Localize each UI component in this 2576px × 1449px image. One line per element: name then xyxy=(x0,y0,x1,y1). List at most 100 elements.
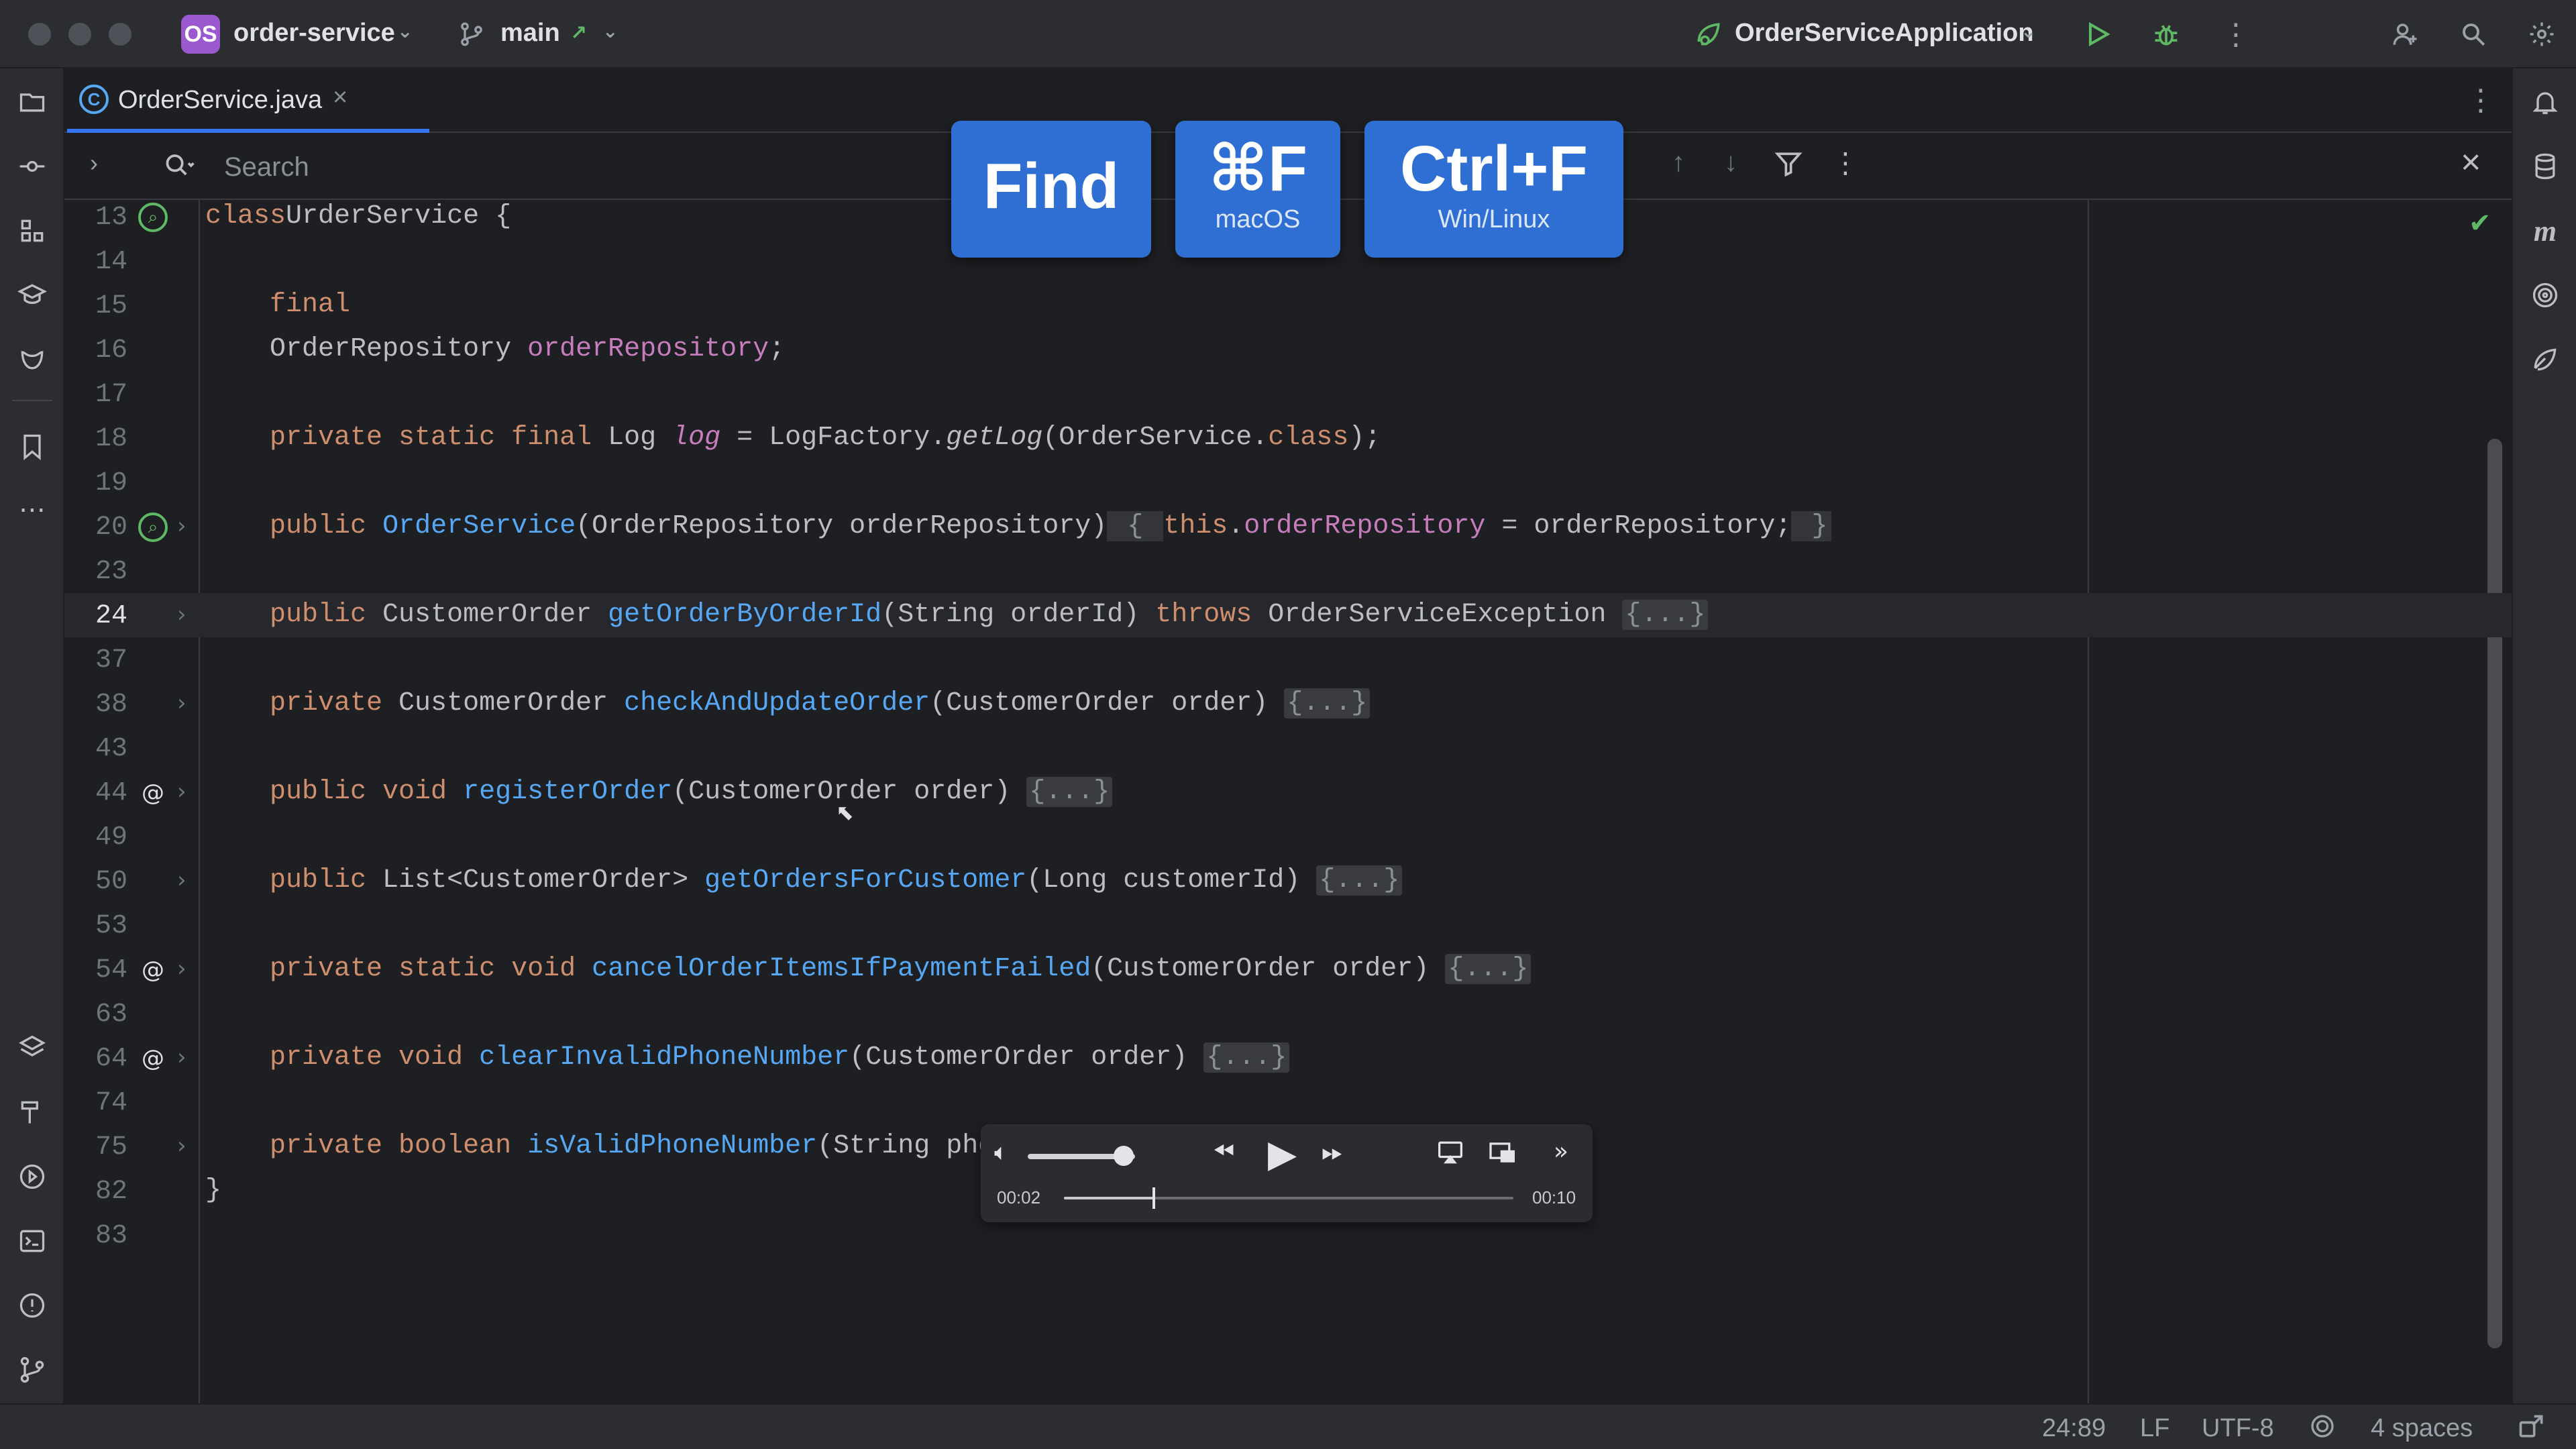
chevron-down-icon[interactable]: ⌄ xyxy=(602,20,618,42)
commit-icon[interactable] xyxy=(15,149,50,184)
close-window-button[interactable] xyxy=(28,23,51,46)
bookmarks-icon[interactable] xyxy=(15,429,50,464)
add-user-icon[interactable] xyxy=(2387,16,2423,52)
search-everywhere-icon[interactable] xyxy=(2455,16,2491,52)
code-line[interactable]: 15 final xyxy=(64,283,2512,327)
minimize-window-button[interactable] xyxy=(68,23,91,46)
code-line[interactable]: 53 xyxy=(64,903,2512,947)
chevron-down-icon[interactable]: ⌄ xyxy=(397,20,413,42)
debug-icon[interactable] xyxy=(2148,16,2184,52)
notifications-bell-icon[interactable] xyxy=(2528,85,2563,119)
run-icon[interactable] xyxy=(2080,16,2116,52)
readonly-toggle-icon[interactable] xyxy=(2517,1411,2546,1448)
rewind-icon[interactable]: ⏪︎ xyxy=(1213,1136,1234,1167)
maven-icon[interactable]: m xyxy=(2528,213,2563,248)
spring-bean-gutter-icon[interactable]: ⌕ xyxy=(138,513,168,542)
code-line[interactable]: 74 xyxy=(64,1080,2512,1124)
previous-occurrence-icon[interactable]: ↑ xyxy=(1672,148,1685,178)
database-icon[interactable] xyxy=(2528,149,2563,184)
indent-setting[interactable]: 4 spaces xyxy=(2371,1414,2473,1443)
code-line[interactable]: 50 › public List<CustomerOrder> getOrders… xyxy=(64,859,2512,903)
more-controls-icon[interactable]: » xyxy=(1554,1138,1568,1165)
search-history-icon[interactable] xyxy=(162,150,197,184)
branch-name[interactable]: main xyxy=(500,19,560,48)
settings-gear-icon[interactable] xyxy=(2524,16,2560,52)
folded-code-block[interactable]: {...} xyxy=(1284,688,1371,718)
play-icon[interactable]: ▶ xyxy=(1268,1132,1297,1176)
fast-forward-icon[interactable]: ⏩︎ xyxy=(1322,1136,1343,1167)
spring-bean-gutter-icon[interactable]: ⌕ xyxy=(138,203,168,232)
fold-toggle-icon[interactable]: › xyxy=(177,955,186,982)
run-config-name[interactable]: OrderServiceApplication xyxy=(1735,19,2034,48)
annotation-gutter-icon[interactable]: @ xyxy=(138,778,168,808)
code-line[interactable]: 43 xyxy=(64,726,2512,770)
more-actions-icon[interactable]: ⋮ xyxy=(2218,16,2254,52)
find-options-icon[interactable]: ⋮ xyxy=(1831,146,1860,179)
volume-icon[interactable]: 🔈︎ xyxy=(994,1139,1008,1166)
git-icon[interactable] xyxy=(15,1352,50,1387)
file-encoding[interactable]: UTF-8 xyxy=(2202,1414,2274,1443)
code-line[interactable]: 23 xyxy=(64,549,2512,593)
fold-toggle-icon[interactable]: › xyxy=(177,1044,186,1071)
code-line[interactable]: 44 @ › public void registerOrder(CustomerO… xyxy=(64,770,2512,814)
folded-code-block[interactable]: {...} xyxy=(1026,777,1113,807)
folded-code-block[interactable]: {...} xyxy=(1622,600,1709,630)
build-hammer-icon[interactable] xyxy=(15,1095,50,1130)
code-line[interactable]: 49 xyxy=(64,814,2512,859)
tab-orderservice-java[interactable]: C OrderService.java × xyxy=(67,68,429,133)
branch-icon[interactable] xyxy=(453,16,490,52)
more-tools-icon[interactable]: ⋯ xyxy=(15,492,50,527)
tab-options-icon[interactable]: ⋮ xyxy=(2466,83,2496,117)
folded-code-block[interactable]: {...} xyxy=(1203,1042,1290,1073)
folded-code-block[interactable]: {...} xyxy=(1316,865,1403,896)
picture-in-picture-icon[interactable] xyxy=(1488,1140,1517,1165)
ai-assistant-icon[interactable] xyxy=(2528,278,2563,313)
close-tab-icon[interactable]: × xyxy=(333,83,347,112)
caret-position[interactable]: 24:89 xyxy=(2042,1414,2106,1443)
search-input[interactable] xyxy=(224,150,962,184)
close-find-icon[interactable]: × xyxy=(2461,142,2481,182)
layers-icon[interactable] xyxy=(15,1030,50,1065)
terminal-icon[interactable] xyxy=(15,1224,50,1258)
code-line[interactable]: 38 › private CustomerOrder checkAndUpdate… xyxy=(64,682,2512,726)
line-separator[interactable]: LF xyxy=(2140,1414,2169,1443)
volume-knob[interactable] xyxy=(1113,1146,1134,1166)
ai-status-icon[interactable] xyxy=(2309,1413,2336,1446)
learn-icon[interactable] xyxy=(15,278,50,313)
folded-code-block[interactable]: {...} xyxy=(1445,954,1532,984)
code-line[interactable]: 37 xyxy=(64,637,2512,682)
code-line[interactable]: 63 xyxy=(64,991,2512,1036)
code-line[interactable]: 20 ⌕ › public OrderService(OrderRepository… xyxy=(64,504,2512,549)
project-badge[interactable]: OS xyxy=(181,15,220,54)
fold-toggle-icon[interactable]: › xyxy=(177,513,186,539)
code-line[interactable]: 18 private static final Log log = LogFac… xyxy=(64,416,2512,460)
code-with-me-icon[interactable] xyxy=(15,342,50,377)
fold-toggle-icon[interactable]: › xyxy=(177,778,186,805)
chevron-down-icon[interactable]: ⌄ xyxy=(2021,20,2036,42)
structure-icon[interactable] xyxy=(15,213,50,248)
fold-toggle-icon[interactable]: › xyxy=(177,690,186,716)
airplay-icon[interactable] xyxy=(1437,1140,1464,1165)
fold-toggle-icon[interactable]: › xyxy=(177,601,186,628)
zoom-window-button[interactable] xyxy=(109,23,131,46)
spring-icon[interactable] xyxy=(2528,342,2563,377)
progress-bar[interactable] xyxy=(1064,1187,1513,1209)
fold-toggle-icon[interactable]: › xyxy=(177,1132,186,1159)
code-line[interactable]: 17 xyxy=(64,372,2512,416)
annotation-gutter-icon[interactable]: @ xyxy=(138,955,168,985)
project-folder-icon[interactable] xyxy=(15,85,50,119)
expand-replace-icon[interactable]: › xyxy=(90,149,98,177)
code-line[interactable]: 16 OrderRepository orderRepository; xyxy=(64,327,2512,372)
filter-icon[interactable] xyxy=(1774,149,1803,182)
code-line[interactable]: 54 @ › private static void cancelOrderItem… xyxy=(64,947,2512,991)
progress-playhead[interactable] xyxy=(1152,1187,1155,1209)
next-occurrence-icon[interactable]: ↓ xyxy=(1724,148,1737,178)
services-icon[interactable] xyxy=(15,1159,50,1194)
code-line[interactable]: 19 xyxy=(64,460,2512,504)
annotation-gutter-icon[interactable]: @ xyxy=(138,1044,168,1073)
problems-icon[interactable] xyxy=(15,1288,50,1323)
code-line[interactable]: 64 @ › private void clearInvalidPhoneNumbe… xyxy=(64,1036,2512,1080)
fold-toggle-icon[interactable]: › xyxy=(177,867,186,894)
code-line[interactable]: 24 › public CustomerOrder getOrderByOrder… xyxy=(64,593,2512,637)
project-name[interactable]: order-service xyxy=(233,19,395,48)
